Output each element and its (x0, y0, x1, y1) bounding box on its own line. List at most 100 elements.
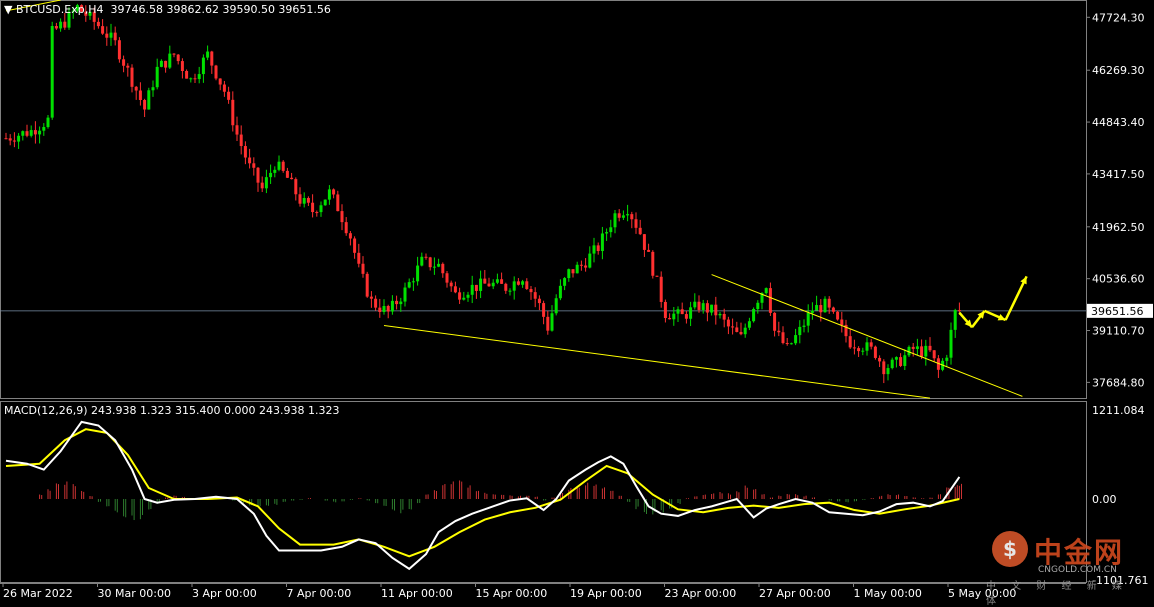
candle (579, 264, 583, 266)
candle (521, 281, 525, 285)
candle (928, 345, 932, 351)
x-tick-label: 19 Apr 00:00 (570, 587, 642, 600)
candle (399, 301, 403, 305)
candle (382, 305, 386, 312)
candle (794, 335, 798, 344)
candle (54, 26, 58, 29)
candle (357, 252, 361, 264)
candle (462, 297, 466, 300)
candle (655, 275, 659, 277)
candle (512, 281, 516, 291)
macd-signal-line (5, 428, 960, 558)
macd-main-line (5, 420, 961, 571)
candle (600, 233, 604, 252)
candle (525, 281, 529, 289)
candle (4, 138, 8, 140)
candle (873, 346, 877, 358)
candle (197, 74, 201, 80)
candle (701, 303, 705, 310)
candle (96, 21, 100, 27)
candle (458, 292, 462, 300)
candle (143, 99, 147, 110)
watermark: $ 中金网 CNGOLD.COM.CN 中 文 财 经 新 媒 体 (986, 531, 1142, 607)
candle (718, 313, 722, 316)
candle (613, 213, 617, 228)
chart-canvas: 47724.30 46269.30 44843.40 43417.50 41962.50… (0, 0, 1153, 600)
candle (827, 298, 831, 308)
candle (777, 330, 781, 333)
candle (201, 57, 205, 75)
candle (63, 21, 67, 28)
candle (180, 61, 184, 71)
candle (537, 298, 541, 304)
x-tick-label: 1 May 00:00 (854, 587, 922, 600)
candle (882, 361, 886, 375)
candle (764, 288, 768, 294)
candle (420, 256, 424, 266)
candle (424, 256, 428, 258)
candle (798, 326, 802, 336)
price-tick-label: 43417.50 (1092, 168, 1145, 181)
candle (848, 336, 852, 348)
candle (647, 249, 651, 252)
candle (311, 202, 315, 213)
candle (281, 161, 285, 171)
candle (151, 87, 155, 91)
macd-tick-label: 1211.084 (1092, 404, 1145, 417)
x-tick-label: 30 Mar 00:00 (98, 587, 171, 600)
candle (567, 269, 571, 279)
candle (621, 215, 625, 218)
candle (33, 130, 37, 135)
candle (752, 309, 756, 322)
candle (659, 276, 663, 302)
candle (663, 301, 667, 318)
x-tick-label: 3 Apr 00:00 (192, 587, 257, 600)
candle (348, 233, 352, 239)
watermark-logo-icon: $ (992, 531, 1028, 567)
candle (626, 214, 630, 216)
candle (957, 310, 961, 312)
candle (340, 211, 344, 223)
candle (714, 304, 718, 316)
price-tick-label: 44843.40 (1092, 116, 1145, 129)
candle (857, 348, 861, 352)
candle (563, 278, 567, 286)
candle (617, 213, 621, 218)
candle (949, 329, 953, 358)
candle (411, 281, 415, 283)
candle (138, 90, 142, 100)
candle (878, 357, 882, 362)
candle (735, 327, 739, 332)
candle (554, 298, 558, 314)
candle (21, 131, 25, 136)
x-tick-label: 27 Apr 00:00 (759, 587, 831, 600)
candle (508, 290, 512, 292)
candle (248, 157, 252, 164)
candle (12, 140, 16, 142)
candle (689, 307, 693, 319)
candle (638, 227, 642, 235)
candle (302, 198, 306, 204)
candle (558, 285, 562, 299)
macd-header: MACD(12,26,9) 243.938 1.323 315.400 0.00… (4, 404, 340, 417)
candle (869, 342, 873, 347)
candle (953, 310, 957, 330)
candle (407, 282, 411, 288)
candle (920, 346, 924, 357)
candle (403, 287, 407, 302)
watermark-domain: CNGOLD.COM.CN (1038, 565, 1117, 575)
candle (369, 296, 373, 299)
x-tick-label: 23 Apr 00:00 (665, 587, 737, 600)
candle (42, 127, 46, 131)
candle (390, 300, 394, 312)
candle (596, 245, 600, 252)
candle (172, 53, 176, 55)
candle (8, 138, 12, 141)
candle (693, 301, 697, 308)
candle (290, 177, 294, 180)
candle (651, 251, 655, 276)
candle (546, 316, 550, 331)
price-tick-label: 41962.50 (1092, 221, 1145, 234)
candle (575, 264, 579, 274)
candle (374, 298, 378, 308)
